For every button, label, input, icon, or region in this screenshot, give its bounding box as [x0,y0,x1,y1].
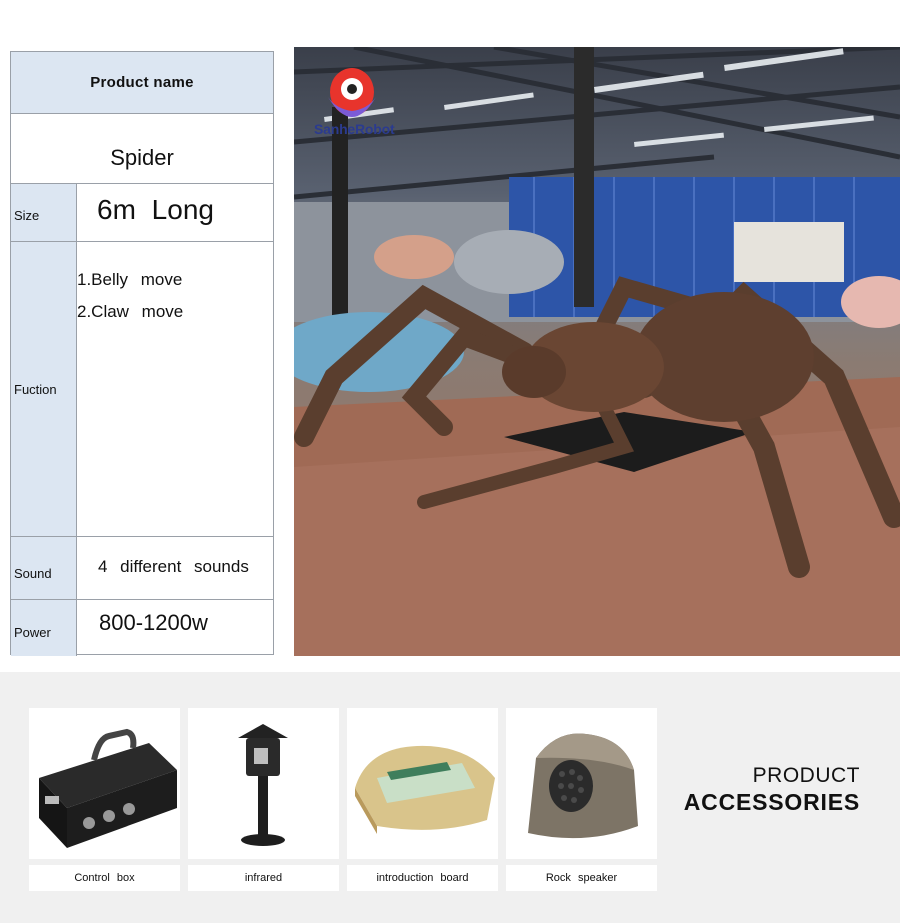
spider-illustration [294,47,900,656]
power-row: Power 800-1200w [11,600,273,656]
accessories-title-line2: ACCESSORIES [683,789,860,815]
function-list: 1.Belly move 2.Claw move [77,242,273,536]
spider-photo: SanheRobot [294,47,900,656]
accessory-label: Rock speaker [506,865,657,891]
product-name-header: Product name [11,52,273,113]
rock-speaker-icon [506,708,657,859]
accessories-title-line1: PRODUCT [752,764,860,787]
sound-value: 4 different sounds [98,557,249,576]
size-value: 6m Long [97,194,214,225]
accessory-label: infrared [188,865,339,891]
function-label: Fuction [11,242,77,536]
size-label: Size [11,184,77,241]
accessories-title: PRODUCT ACCESSORIES [660,764,860,816]
brand-name: SanheRobot [314,121,395,137]
infrared-sensor-icon [188,708,339,859]
power-value: 800-1200w [99,610,208,635]
power-label: Power [11,600,77,656]
product-name-value: Spider [110,145,174,170]
size-row: Size 6m Long [11,184,273,242]
function-item: 1.Belly move [77,270,183,289]
accessory-infrared: infrared [188,708,339,893]
spec-table: Product name Spider Size 6m Long Fuction… [10,51,274,656]
accessory-label: Control box [29,865,180,891]
accessory-control-box: Control box [29,708,180,893]
accessory-rock-speaker: Rock speaker [506,708,657,893]
product-name-row: Spider [11,114,273,184]
product-name-header-row: Product name [11,52,273,114]
introduction-board-icon [347,708,498,859]
sound-label: Sound [11,537,77,599]
sound-row: Sound 4 different sounds [11,537,273,600]
control-box-icon [29,708,180,859]
function-item: 2.Claw move [77,302,184,321]
function-row: Fuction 1.Belly move 2.Claw move [11,242,273,537]
accessory-introduction-board: introduction board [347,708,498,893]
accessory-label: introduction board [347,865,498,891]
